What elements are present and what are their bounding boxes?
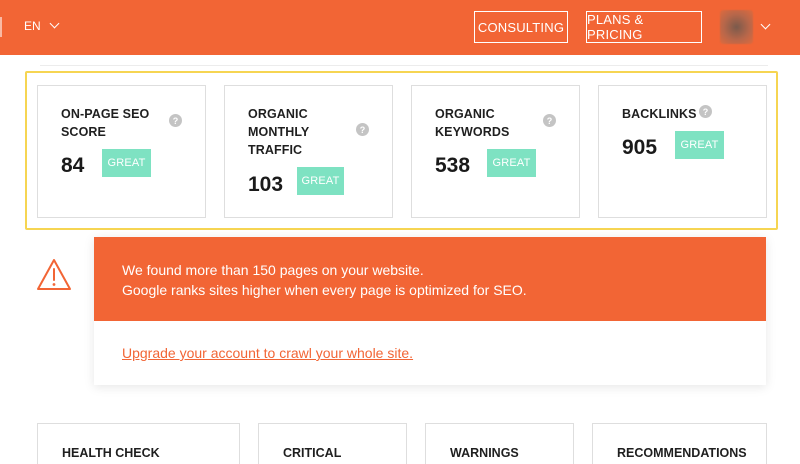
metric-value: 905	[622, 136, 658, 159]
status-badge: GREAT	[102, 149, 151, 177]
divider	[40, 65, 768, 66]
status-badge: GREAT	[297, 167, 344, 195]
section-card-warnings[interactable]: WARNINGS	[425, 423, 574, 464]
metric-card-backlinks: BACKLINKS ? 905 GREAT	[598, 85, 767, 218]
plans-pricing-button[interactable]: PLANS & PRICING	[586, 11, 702, 43]
help-icon[interactable]: ?	[356, 123, 369, 136]
section-title: RECOMMENDATIONS	[617, 446, 747, 460]
section-title: WARNINGS	[450, 446, 519, 460]
section-title: CRITICAL	[283, 446, 342, 460]
metric-title: ON-PAGE SEO SCORE	[61, 105, 149, 141]
top-navigation-bar: EN CONSULTING PLANS & PRICING	[0, 0, 800, 55]
chevron-down-icon	[49, 18, 60, 29]
section-card-health-check[interactable]: HEALTH CHECK	[37, 423, 240, 464]
alert-line: We found more than 150 pages on your web…	[122, 262, 424, 278]
alert-message: We found more than 150 pages on your web…	[94, 237, 766, 321]
metric-card-onpage-seo: ON-PAGE SEO SCORE ? 84 GREAT	[37, 85, 206, 218]
chevron-down-icon[interactable]	[760, 19, 771, 30]
metric-title-line: ON-PAGE SEO	[61, 107, 150, 121]
metric-title-line: KEYWORDS	[435, 125, 510, 139]
section-card-critical[interactable]: CRITICAL	[258, 423, 407, 464]
consulting-button[interactable]: CONSULTING	[474, 11, 568, 43]
metric-title: BACKLINKS	[622, 105, 697, 123]
metric-title-line: MONTHLY	[248, 125, 310, 139]
status-badge: GREAT	[487, 149, 536, 177]
metric-card-organic-keywords: ORGANIC KEYWORDS ? 538 GREAT	[411, 85, 580, 218]
language-selector[interactable]: EN	[24, 18, 60, 33]
section-title: HEALTH CHECK	[62, 446, 160, 460]
metric-title-line: TRAFFIC	[248, 143, 303, 157]
metric-title-line: BACKLINKS	[622, 107, 697, 121]
upgrade-alert: We found more than 150 pages on your web…	[94, 237, 766, 385]
help-icon[interactable]: ?	[543, 114, 556, 127]
avatar[interactable]	[720, 10, 753, 44]
help-icon[interactable]: ?	[169, 114, 182, 127]
metric-card-organic-traffic: ORGANIC MONTHLY TRAFFIC ? 103 GREAT	[224, 85, 393, 218]
warning-icon	[37, 259, 71, 290]
metric-value: 84	[61, 154, 85, 177]
language-label: EN	[24, 19, 41, 33]
help-icon[interactable]: ?	[699, 105, 712, 118]
metric-title-line: ORGANIC	[435, 107, 495, 121]
alert-line: Google ranks sites higher when every pag…	[122, 282, 527, 298]
status-badge: GREAT	[675, 131, 724, 159]
metric-title: ORGANIC MONTHLY TRAFFIC	[248, 105, 309, 159]
section-card-recommendations[interactable]: RECOMMENDATIONS	[592, 423, 767, 464]
upgrade-link[interactable]: Upgrade your account to crawl your whole…	[122, 345, 413, 361]
metric-value: 103	[248, 173, 284, 196]
metric-title-line: SCORE	[61, 125, 106, 139]
metric-title: ORGANIC KEYWORDS	[435, 105, 509, 141]
metric-value: 538	[435, 154, 471, 177]
metric-title-line: ORGANIC	[248, 107, 308, 121]
divider	[0, 17, 2, 37]
